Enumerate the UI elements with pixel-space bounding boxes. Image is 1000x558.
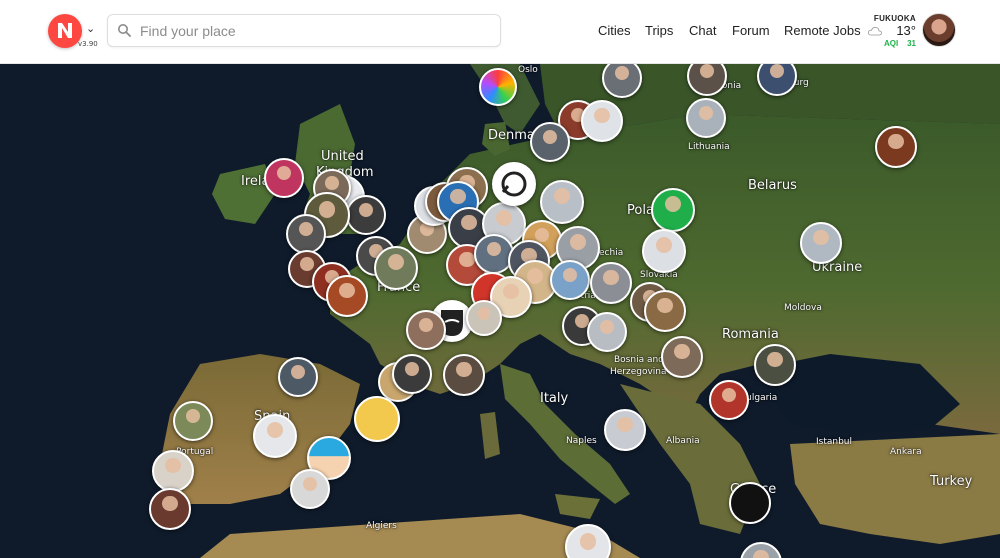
map-pin-user[interactable] xyxy=(550,260,590,300)
chevron-down-icon[interactable]: ⌄ xyxy=(86,22,95,35)
nav-cities[interactable]: Cities xyxy=(598,23,631,38)
map-pin-user[interactable] xyxy=(278,357,318,397)
map-pin-user[interactable] xyxy=(540,180,584,224)
weather-temperature: 13° xyxy=(896,23,916,38)
nav-forum[interactable]: Forum xyxy=(732,23,770,38)
version-label: v3.90 xyxy=(78,40,98,48)
map-pin-user[interactable] xyxy=(346,195,386,235)
map-label-albania: Albania xyxy=(666,436,700,446)
map-pin-cartoon[interactable] xyxy=(729,482,771,524)
map-label-lithuania: Lithuania xyxy=(688,142,730,152)
map-pin-user[interactable] xyxy=(392,354,432,394)
search-input[interactable] xyxy=(140,19,490,43)
map-label-belarus: Belarus xyxy=(748,178,797,193)
map-label-bosnia: Bosnia and xyxy=(614,355,664,365)
nomad-logo[interactable] xyxy=(48,14,82,48)
map-pin-user[interactable] xyxy=(875,126,917,168)
logo-menu[interactable]: ⌄ v3.90 xyxy=(48,14,104,54)
map-label-algiers: Algiers xyxy=(366,521,397,531)
cloud-icon xyxy=(868,27,882,36)
map-pin-cartoon[interactable] xyxy=(354,396,400,442)
search-icon xyxy=(118,24,131,37)
map-pin-user[interactable] xyxy=(800,222,842,264)
map-label-istanbul: Istanbul xyxy=(816,437,853,447)
map-label-turkey: Turkey xyxy=(930,474,973,489)
weather-city: FUKUOKA xyxy=(873,14,916,23)
nav-remote-jobs[interactable]: Remote Jobs xyxy=(784,23,861,38)
map-label-herzegovina: Herzegovina xyxy=(610,367,667,377)
aqi-label: AQI xyxy=(884,39,899,48)
circle-logo-icon xyxy=(501,171,527,197)
map-pin-user[interactable] xyxy=(530,122,570,162)
search-box[interactable] xyxy=(107,14,501,47)
aqi-value: 31 xyxy=(907,39,916,48)
map-pin-user[interactable] xyxy=(173,401,213,441)
map-pin-logo[interactable] xyxy=(492,162,536,206)
map-pin-user[interactable] xyxy=(644,290,686,332)
map-pin-user[interactable] xyxy=(754,344,796,386)
map-label-ankara: Ankara xyxy=(890,447,922,457)
map-pin-user[interactable] xyxy=(326,275,368,317)
map-pin-user[interactable] xyxy=(604,409,646,451)
nav-trips[interactable]: Trips xyxy=(645,23,673,38)
map-pin-user[interactable] xyxy=(406,310,446,350)
nav-chat[interactable]: Chat xyxy=(689,23,716,38)
europe-map[interactable]: Oslo Estonia Petersburg Denmark Lithuani… xyxy=(0,64,1000,558)
map-label-italy: Italy xyxy=(540,391,569,406)
map-label-oslo: Oslo xyxy=(518,65,538,75)
map-pin-user[interactable] xyxy=(149,488,191,530)
map-pin-user[interactable] xyxy=(443,354,485,396)
map-pin-user[interactable] xyxy=(587,312,627,352)
top-bar: ⌄ v3.90 Cities Trips Chat Forum Remote J… xyxy=(0,0,1000,64)
map-label-moldova: Moldova xyxy=(784,303,822,313)
map-pin-user[interactable] xyxy=(374,246,418,290)
map-pin-user[interactable] xyxy=(651,188,695,232)
map-pin-user[interactable] xyxy=(253,414,297,458)
map-pin-user[interactable] xyxy=(466,300,502,336)
map-pin-user[interactable] xyxy=(581,100,623,142)
logo-icon xyxy=(58,23,72,38)
map-pin-user[interactable] xyxy=(590,262,632,304)
map-pin-user[interactable] xyxy=(709,380,749,420)
map-label-united: United xyxy=(321,149,364,164)
map-label-naples: Naples xyxy=(566,436,597,446)
map-pin-weather[interactable] xyxy=(479,68,517,106)
map-pin-user[interactable] xyxy=(661,336,703,378)
map-pin-user[interactable] xyxy=(152,450,194,492)
map-pin-user[interactable] xyxy=(286,214,326,254)
map-label-romania: Romania xyxy=(722,327,779,342)
map-pin-user[interactable] xyxy=(642,229,686,273)
user-avatar[interactable] xyxy=(922,13,956,47)
map-pin-user[interactable] xyxy=(290,469,330,509)
weather-widget[interactable]: FUKUOKA 13° AQI 31 xyxy=(868,14,920,50)
map-pin-user[interactable] xyxy=(264,158,304,198)
map-pin-user[interactable] xyxy=(686,98,726,138)
